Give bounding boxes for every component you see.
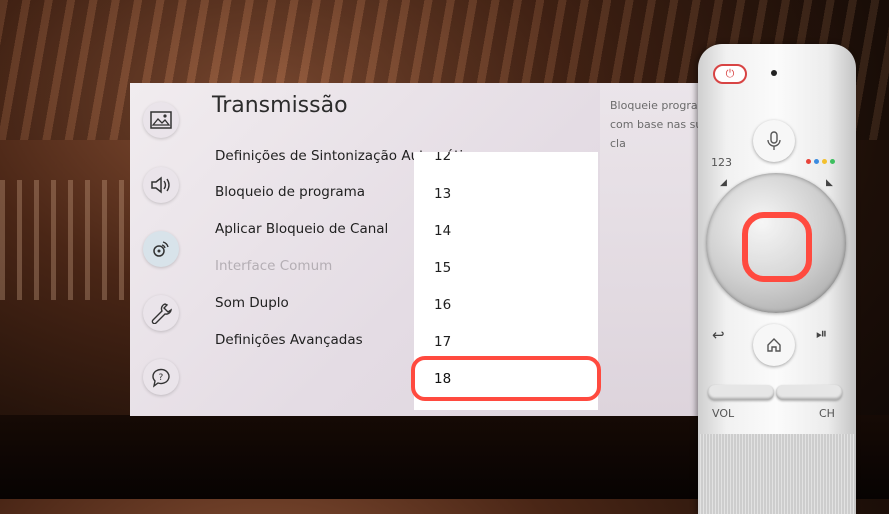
navigation-pad[interactable] xyxy=(706,173,846,313)
channel-label: CH xyxy=(819,407,835,420)
menu-item-channel-lock[interactable]: Aplicar Bloqueio de Canal xyxy=(215,221,388,237)
info-panel: Bloqueie programas com base nas suas cla xyxy=(600,83,721,416)
selection-highlight-ring xyxy=(411,356,601,401)
arrow-marker-icon: ◢ xyxy=(720,178,727,188)
dropdown-option[interactable]: 16 xyxy=(434,297,451,313)
home-icon xyxy=(767,338,781,352)
dropdown-option[interactable]: 13 xyxy=(434,186,451,202)
help-icon[interactable]: ? xyxy=(143,359,179,395)
play-pause-icon[interactable]: ⏯ xyxy=(816,326,827,342)
indicator-dot xyxy=(771,70,777,76)
power-button[interactable]: ⏻ xyxy=(713,64,747,84)
wrench-icon[interactable] xyxy=(143,295,179,331)
volume-label: VOL xyxy=(712,407,735,420)
yellow-dot xyxy=(822,159,827,164)
home-button[interactable] xyxy=(753,324,795,366)
volume-rocker[interactable] xyxy=(708,385,774,400)
remote-grip-texture xyxy=(700,434,854,514)
color-buttons-icon[interactable] xyxy=(806,159,835,164)
menu-item-program-lock[interactable]: Bloqueio de programa xyxy=(215,184,365,200)
arrow-marker-icon: ◣ xyxy=(826,178,833,188)
sound-icon[interactable] xyxy=(143,167,179,203)
picture-icon[interactable] xyxy=(143,102,179,138)
broadcast-icon[interactable] xyxy=(143,231,179,267)
dropdown-option[interactable]: 17 xyxy=(434,334,451,350)
red-dot xyxy=(806,159,811,164)
back-icon[interactable]: ↩ xyxy=(712,326,725,344)
blue-dot xyxy=(814,159,819,164)
select-button-highlight[interactable] xyxy=(742,212,812,282)
dropdown-option[interactable]: 12 xyxy=(434,152,451,164)
power-icon: ⏻ xyxy=(725,67,735,80)
dropdown-option[interactable]: 14 xyxy=(434,223,451,239)
background-fence xyxy=(0,180,140,300)
menu-item-common-interface: Interface Comum xyxy=(215,258,333,274)
settings-sidebar: ? xyxy=(130,83,192,416)
menu-item-dual-sound[interactable]: Som Duplo xyxy=(215,295,289,311)
menu-item-advanced-settings[interactable]: Definições Avançadas xyxy=(215,332,363,348)
page-title: Transmissão xyxy=(212,93,348,118)
green-dot xyxy=(830,159,835,164)
voice-button[interactable] xyxy=(753,120,795,162)
remote-control: ⏻ 123 ◢ ◣ ↩ ⏯ VOL CH xyxy=(698,44,856,514)
svg-text:?: ? xyxy=(159,373,164,383)
microphone-icon xyxy=(767,131,781,150)
channel-rocker[interactable] xyxy=(776,385,842,400)
dropdown-option[interactable]: 15 xyxy=(434,260,451,276)
number-button-label[interactable]: 123 xyxy=(711,156,732,169)
